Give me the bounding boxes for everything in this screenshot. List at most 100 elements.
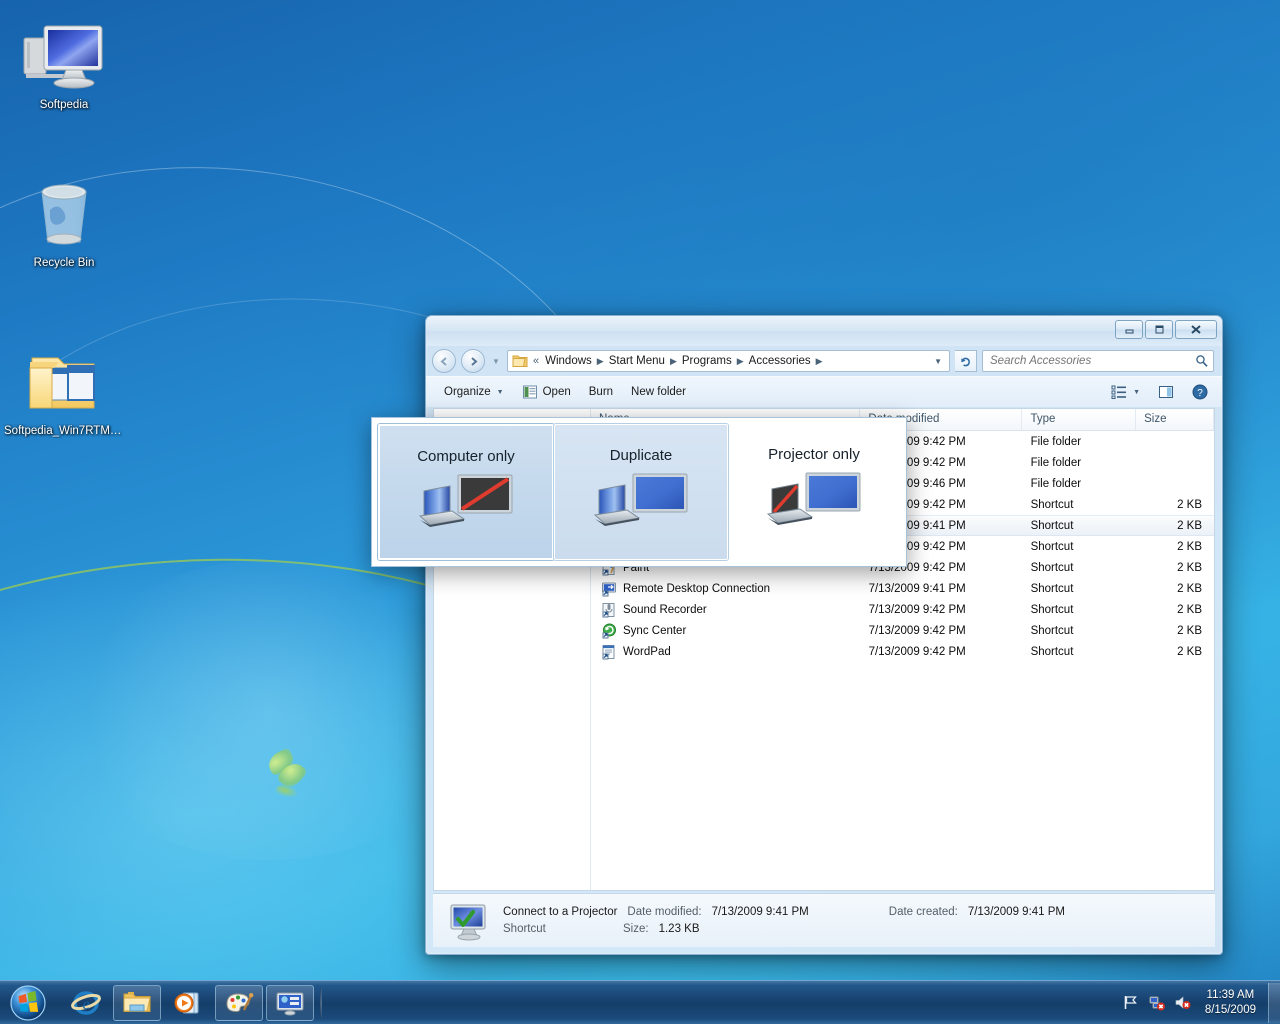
file-name-label: Sound Recorder (623, 603, 707, 616)
taskbar-item-internet-explorer[interactable]: e (62, 985, 110, 1021)
breadcrumb-chevron-icon[interactable]: ▶ (595, 356, 606, 367)
file-name-cell: WordPad (591, 644, 861, 660)
breadcrumb-chevron-icon[interactable]: ▶ (668, 356, 679, 367)
details-row-bottom: Shortcut Size: 1.23 KB (503, 921, 1065, 938)
back-button[interactable] (432, 349, 456, 373)
file-date-cell: 7/13/2009 9:42 PM (868, 645, 966, 658)
refresh-button[interactable] (955, 350, 977, 372)
internet-explorer-icon: e (71, 990, 101, 1015)
projector-selection-dialog[interactable]: Computer only Duplicate Projector only (371, 417, 907, 567)
laptop-with-active-monitor-icon (593, 473, 688, 526)
folder-windows-icon (4, 344, 124, 420)
breadcrumb-chevron-icon[interactable]: ▶ (735, 356, 746, 367)
desktop-icon-label: Softpedia (39, 99, 89, 111)
open-label: Open (542, 386, 571, 398)
column-header-size[interactable]: Size (1136, 409, 1214, 430)
file-size-cell: 2 KB (1177, 603, 1202, 616)
table-row[interactable]: Remote Desktop Connection 7/13/2009 9:41 … (591, 578, 1214, 599)
preview-pane-icon (1159, 386, 1173, 398)
window-controls (1115, 320, 1217, 339)
breadcrumb-item-accessories[interactable]: Accessories (746, 354, 814, 368)
network-error-icon[interactable] (1148, 994, 1165, 1011)
details-size-value: 1.23 KB (658, 922, 700, 935)
file-size-cell: 2 KB (1177, 561, 1202, 574)
open-button[interactable]: Open (514, 380, 579, 404)
burn-button[interactable]: Burn (581, 382, 621, 402)
taskbar-item-windows-media-player[interactable] (164, 985, 212, 1021)
desktop-icon-recycle-bin[interactable]: Recycle Bin (4, 176, 124, 270)
column-header-type[interactable]: Type (1022, 409, 1137, 430)
table-row[interactable]: Sync Center 7/13/2009 9:42 PM Shortcut 2 KB (591, 620, 1214, 641)
projector-option-duplicate[interactable]: Duplicate (554, 424, 728, 560)
organize-button[interactable]: Organize ▼ (436, 382, 512, 402)
start-button[interactable] (2, 983, 54, 1023)
file-size-cell: 2 KB (1177, 540, 1202, 553)
maximize-button[interactable] (1145, 320, 1173, 339)
projector-display-icon (276, 992, 304, 1015)
volume-muted-icon[interactable] (1174, 994, 1191, 1011)
file-size-cell: 2 KB (1177, 498, 1202, 511)
file-size-cell: 2 KB (1177, 624, 1202, 637)
breadcrumb-item-programs[interactable]: Programs (679, 354, 735, 368)
change-view-button[interactable]: ▼ (1103, 380, 1148, 404)
breadcrumb-chevron-icon[interactable]: ▶ (814, 356, 825, 367)
file-name-cell: Sound Recorder (591, 602, 861, 618)
taskbar-item-paint[interactable] (215, 984, 263, 1021)
help-button[interactable]: ? (1184, 380, 1216, 404)
burn-label: Burn (588, 386, 614, 398)
taskbar-item-connect-to-projector[interactable] (266, 984, 314, 1021)
projector-option-computer-only[interactable]: Computer only (378, 424, 554, 560)
taskbar-separator (320, 987, 322, 1018)
remote-desktop-icon (602, 582, 616, 596)
explorer-window[interactable]: ▼ « Windows ▶ Start Menu ▶ Programs ▶ Ac… (425, 315, 1223, 955)
details-row-top: Connect to a Projector Date modified: 7/… (503, 904, 1065, 921)
file-size-cell: 2 KB (1177, 645, 1202, 658)
sync-center-icon (602, 623, 616, 638)
taskbar-item-windows-explorer[interactable] (113, 984, 161, 1021)
clock[interactable]: 11:39 AM 8/15/2009 (1195, 988, 1266, 1018)
forward-button[interactable] (461, 349, 485, 373)
file-type-cell: Shortcut (1030, 498, 1074, 511)
search-input[interactable] (990, 355, 1195, 367)
table-row[interactable]: WordPad 7/13/2009 9:42 PM Shortcut 2 KB (591, 641, 1214, 662)
show-desktop-button[interactable] (1268, 982, 1280, 1023)
taskbar: e 11:39 AM 8/15/2009 (0, 980, 1280, 1024)
svg-text:?: ? (1197, 388, 1203, 399)
new-folder-button[interactable]: New folder (623, 382, 694, 402)
details-pane: Connect to a Projector Date modified: 7/… (433, 893, 1215, 947)
close-button[interactable] (1175, 320, 1217, 339)
file-size-cell: 2 KB (1177, 582, 1202, 595)
svg-text:e: e (82, 996, 89, 1013)
breadcrumb-overflow[interactable]: « (531, 354, 542, 368)
projector-option-projector-only[interactable]: Projector only (728, 424, 900, 560)
address-dropdown-icon[interactable]: ▼ (929, 357, 947, 366)
media-player-icon (174, 992, 199, 1013)
file-name-label: WordPad (623, 645, 671, 658)
projector-option-label: Duplicate (609, 447, 673, 464)
search-icon[interactable] (1195, 354, 1209, 368)
search-box[interactable] (982, 350, 1214, 372)
minimize-button[interactable] (1115, 320, 1143, 339)
breadcrumb-item-start-menu[interactable]: Start Menu (606, 354, 668, 368)
file-date-cell: 7/13/2009 9:41 PM (868, 582, 966, 595)
title-bar[interactable] (426, 316, 1222, 346)
help-icon: ? (1192, 384, 1208, 400)
file-type-cell: Shortcut (1030, 540, 1074, 553)
chevron-down-icon[interactable]: ▼ (1133, 389, 1140, 396)
breadcrumb-item-windows[interactable]: Windows (542, 354, 595, 368)
breadcrumb[interactable]: « Windows ▶ Start Menu ▶ Programs ▶ Acce… (507, 350, 950, 372)
paint-palette-icon (226, 992, 254, 1012)
desktop-icon-softpedia-folder[interactable]: Softpedia_Win7RTMS... (4, 344, 124, 438)
projector-shortcut-icon (450, 904, 486, 940)
command-bar: Organize ▼ Open Burn New folder ▼ ? (426, 376, 1222, 407)
details-subtitle: Shortcut (503, 922, 546, 935)
file-date-cell: 7/13/2009 9:42 PM (868, 624, 966, 637)
preview-pane-button[interactable] (1150, 380, 1182, 404)
table-row[interactable]: Sound Recorder 7/13/2009 9:42 PM Shortcut 2… (591, 599, 1214, 620)
recent-pages-chevron-down-icon[interactable]: ▼ (490, 350, 502, 372)
desktop-icon-softpedia[interactable]: Softpedia (4, 18, 124, 112)
action-center-flag-icon[interactable] (1122, 994, 1139, 1011)
folder-icon (123, 991, 151, 1012)
details-title: Connect to a Projector (503, 905, 618, 918)
laptop-with-disabled-monitor-icon (418, 474, 513, 527)
